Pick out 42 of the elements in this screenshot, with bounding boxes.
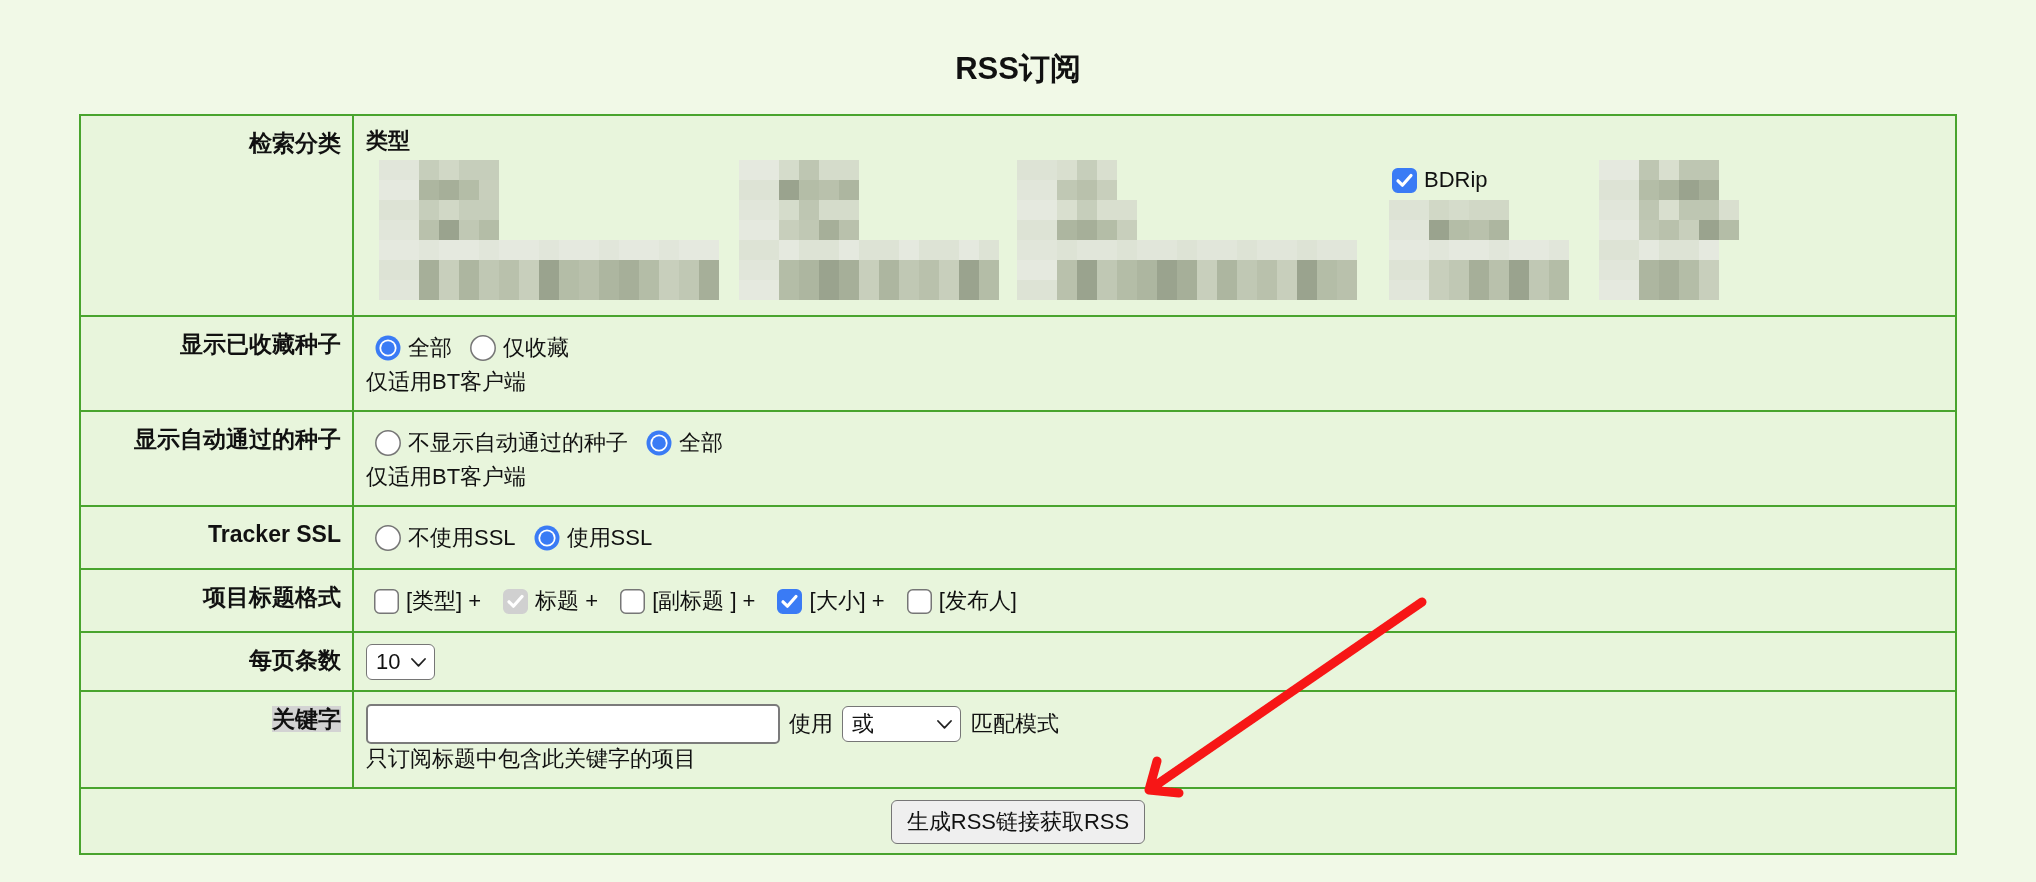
generate-rss-button[interactable]: 生成RSS链接获取RSS: [890, 800, 1146, 844]
field-label: 项目标题格式: [203, 584, 341, 610]
radio-label[interactable]: 全部: [408, 334, 452, 362]
radio-label[interactable]: 使用SSL: [566, 524, 653, 552]
checkbox-label[interactable]: [发布人]: [938, 587, 1017, 615]
category-heading: 类型: [366, 128, 410, 153]
checkbox-label[interactable]: BDRip: [1424, 166, 1488, 194]
keyword-input[interactable]: [366, 704, 780, 744]
radio-button[interactable]: [646, 430, 672, 456]
checkbox[interactable]: [777, 588, 803, 614]
checkbox-label[interactable]: [大小] +: [809, 587, 885, 615]
radio-label[interactable]: 不使用SSL: [408, 524, 516, 552]
field-label: 关键字: [272, 706, 341, 732]
chevron-down-icon: [411, 657, 426, 667]
radio-label[interactable]: 不显示自动通过的种子: [408, 429, 628, 457]
field-label: 显示自动通过的种子: [134, 426, 341, 452]
checkbox[interactable]: [1392, 167, 1417, 193]
radio-button[interactable]: [375, 335, 401, 361]
checkbox[interactable]: [620, 588, 646, 614]
radio-label[interactable]: 仅收藏: [503, 334, 569, 362]
radio-label[interactable]: 全部: [679, 429, 723, 457]
field-label: 每页条数: [249, 647, 341, 673]
radio-button[interactable]: [375, 430, 401, 456]
radio-button[interactable]: [375, 525, 401, 551]
dropdown[interactable]: 或: [842, 706, 961, 742]
dropdown[interactable]: 10: [366, 644, 435, 680]
field-label: Tracker SSL: [208, 521, 341, 547]
page-title: RSS订阅: [955, 50, 1081, 88]
hint-text: 仅适用BT客户端: [366, 464, 527, 489]
radio-button[interactable]: [470, 335, 496, 361]
hint-text: 只订阅标题中包含此关键字的项目: [366, 746, 696, 771]
hint-text: 仅适用BT客户端: [366, 369, 527, 394]
checkbox-label[interactable]: [副标题 ] +: [652, 587, 756, 615]
chevron-down-icon: [937, 719, 952, 729]
inline-label: 使用: [789, 710, 833, 738]
checkbox[interactable]: [906, 588, 932, 614]
field-label: 检索分类: [249, 130, 341, 156]
checkbox[interactable]: [374, 588, 399, 614]
inline-label: 匹配模式: [971, 710, 1059, 738]
checkbox-label[interactable]: [类型] +: [406, 587, 482, 615]
field-label: 显示已收藏种子: [180, 331, 341, 357]
radio-button[interactable]: [533, 525, 560, 551]
